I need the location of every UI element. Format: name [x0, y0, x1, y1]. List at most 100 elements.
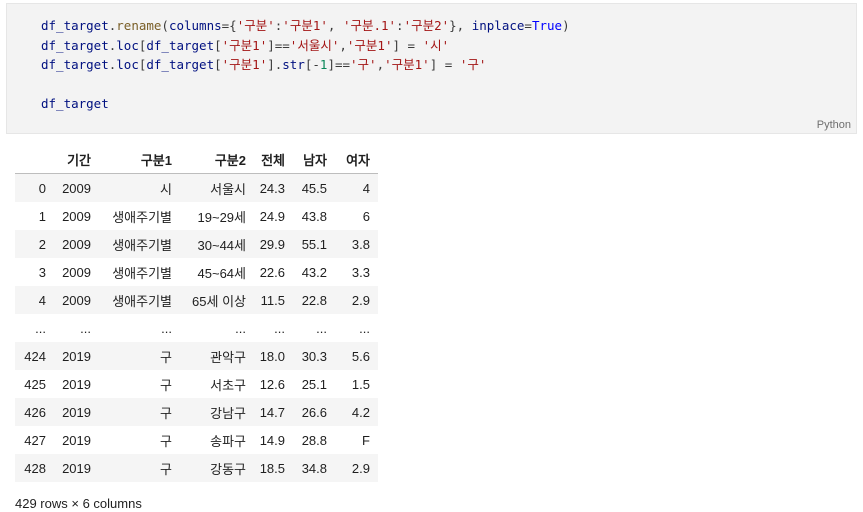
table-cell: 생애주기별	[112, 209, 172, 225]
table-cell: 강동구	[210, 461, 246, 477]
table-cell: 34.8	[301, 460, 327, 476]
table-cell: 1.5	[351, 376, 370, 392]
code-token: '구분1'	[221, 37, 268, 53]
table-cell: 14.7	[259, 404, 285, 420]
table-row: 3 2009 생애주기별 45~64세 22.6 43.2 3.3	[15, 258, 378, 286]
table-cell: 24.9	[259, 208, 285, 224]
table-body: 0 2009 시 서울시 24.3 45.5 4 1 2009 생애주기별 19~29세 24.9 43…	[15, 173, 378, 482]
code-token: ]==	[267, 37, 290, 53]
table-cell: 구	[160, 349, 172, 365]
code-token: :	[396, 18, 404, 33]
table-cell: 43.8	[301, 208, 327, 224]
table-cell: 2019	[62, 460, 91, 476]
code-token: ] =	[392, 37, 423, 53]
table-cell: 2009	[62, 180, 91, 196]
table-cell: 12.6	[259, 376, 285, 392]
table-cell: 45~64세	[197, 265, 246, 281]
row-index: 427	[24, 432, 46, 448]
table-cell: 55.1	[301, 236, 327, 252]
row-index: 4	[38, 292, 46, 308]
code-token: loc	[116, 37, 139, 53]
code-token: df_target	[41, 96, 109, 111]
code-token: str	[282, 57, 305, 72]
table-row: 425 2019 구 서초구 12.6 25.1 1.5	[15, 370, 378, 398]
code-line: df_target.rename(columns={'구분':'구분1', '구…	[41, 16, 570, 36]
code-token: ] =	[429, 57, 460, 72]
table-cell: 22.8	[301, 292, 327, 308]
table-cell: 송파구	[210, 433, 246, 449]
code-token: )	[562, 18, 570, 33]
code-token: '구분1'	[346, 37, 393, 53]
code-token: ].	[267, 57, 283, 72]
language-label[interactable]: Python	[817, 119, 851, 131]
table-cell: 29.9	[259, 236, 285, 252]
table-cell: 2009	[62, 292, 91, 308]
table-cell: 2019	[62, 404, 91, 420]
table-cell: 26.6	[301, 404, 327, 420]
code-token: columns	[168, 18, 222, 33]
code-token: loc	[116, 57, 139, 72]
table-cell: 2019	[62, 348, 91, 364]
table-cell: 6	[362, 208, 370, 224]
code-token: '구분1'	[282, 18, 328, 33]
code-token: df_target	[146, 37, 215, 53]
table-cell: 43.2	[301, 264, 327, 280]
row-index: 1	[38, 208, 46, 224]
table-cell: 구	[160, 377, 172, 393]
table-cell: 65세 이상	[192, 293, 246, 309]
table-cell: 30.3	[301, 348, 327, 364]
table-cell: ...	[235, 320, 246, 336]
code-token: ,	[339, 37, 347, 53]
column-header-구분2: 구분2	[172, 146, 246, 174]
code-token: df_target	[41, 18, 109, 33]
row-index: ...	[35, 320, 46, 336]
code-token: df_target	[41, 57, 109, 72]
code-token: '구'	[350, 57, 377, 72]
row-index: 428	[24, 460, 46, 476]
column-header-전체: 전체	[246, 146, 285, 174]
code-token: ={	[221, 18, 237, 33]
dataframe-table: 기간 구분1 구분2 전체 남자 여자 0 2009 시 서울시 24.3 45.5 4 1 2…	[15, 146, 378, 482]
table-cell: 2009	[62, 264, 91, 280]
row-index: 426	[24, 404, 46, 420]
table-cell: 19~29세	[197, 209, 246, 225]
table-cell: ...	[274, 320, 285, 336]
table-cell: 4	[362, 180, 370, 196]
table-cell: F	[362, 432, 370, 448]
table-cell: 14.9	[259, 432, 285, 448]
code-token: [	[214, 37, 222, 53]
code-token: ,	[327, 18, 343, 33]
code-cell[interactable]: df_target.rename(columns={'구분':'구분1', '구…	[6, 3, 857, 134]
code-editor[interactable]: df_target.rename(columns={'구분':'구분1', '구…	[41, 16, 570, 114]
code-token: [	[214, 57, 222, 72]
table-row: 427 2019 구 송파구 14.9 28.8 F	[15, 426, 378, 454]
row-index: 2	[38, 236, 46, 252]
column-header-구분1: 구분1	[91, 146, 172, 174]
code-token: [-	[304, 57, 320, 72]
code-token: ,	[376, 57, 385, 72]
table-row: 1 2009 생애주기별 19~29세 24.9 43.8 6	[15, 202, 378, 230]
table-row: 4 2009 생애주기별 65세 이상 11.5 22.8 2.9	[15, 286, 378, 314]
code-token: True	[531, 18, 563, 33]
code-token: rename	[116, 18, 162, 33]
table-row: 2 2009 생애주기별 30~44세 29.9 55.1 3.8	[15, 230, 378, 258]
table-cell: 5.6	[351, 348, 370, 364]
table-cell: 구	[160, 461, 172, 477]
table-cell: 구	[160, 433, 172, 449]
table-cell: 2009	[62, 208, 91, 224]
table-cell: ...	[316, 320, 327, 336]
row-index: 424	[24, 348, 46, 364]
table-cell: 2019	[62, 432, 91, 448]
table-cell: 28.8	[301, 432, 327, 448]
table-row: 428 2019 구 강동구 18.5 34.8 2.9	[15, 454, 378, 482]
row-index: 425	[24, 376, 46, 392]
table-cell: 2.9	[351, 460, 370, 476]
table-row: 0 2009 시 서울시 24.3 45.5 4	[15, 173, 378, 202]
table-cell: 24.3	[259, 180, 285, 196]
code-token: },	[449, 18, 472, 33]
table-cell: 시	[160, 181, 172, 197]
code-token: '구분1'	[221, 57, 268, 72]
table-cell: 11.5	[260, 292, 285, 308]
row-index: 3	[38, 264, 46, 280]
table-cell: 서울시	[210, 181, 246, 197]
